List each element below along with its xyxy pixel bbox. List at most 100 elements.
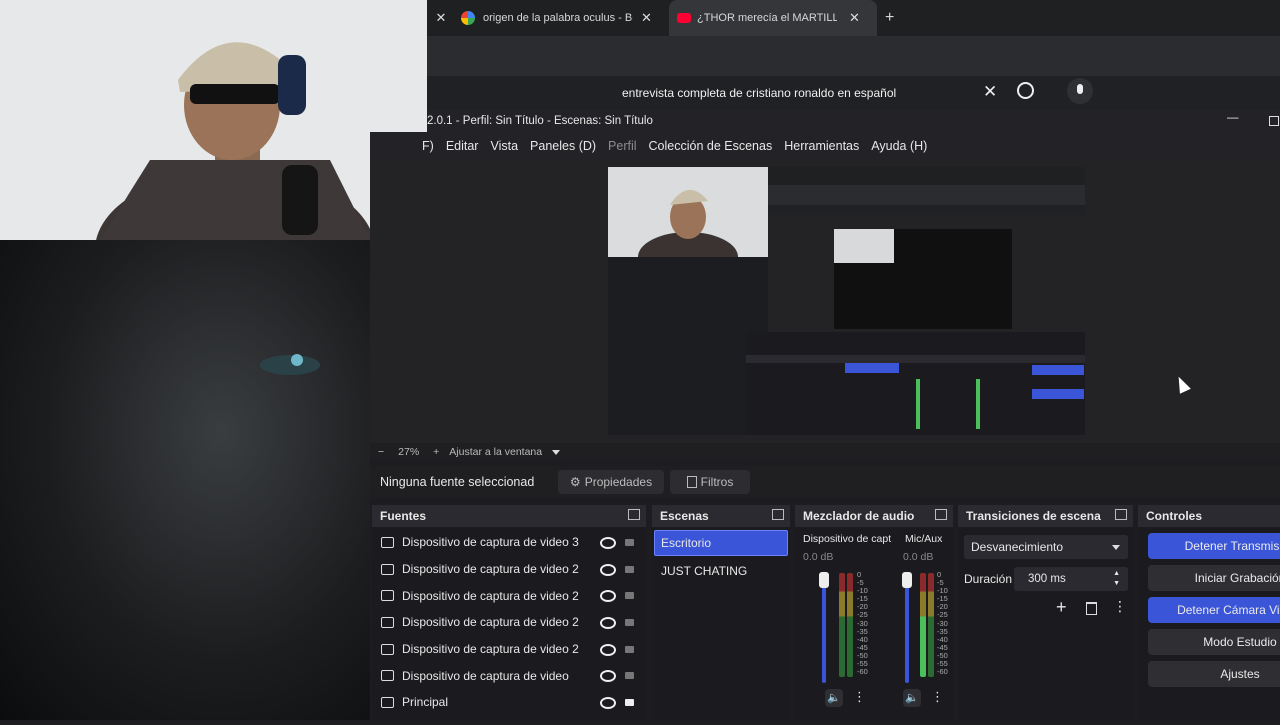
- browser-tab-google[interactable]: origen de la palabra oculus - Bu ✕: [461, 0, 661, 36]
- transitions-dock-header: Transiciones de escena: [958, 505, 1133, 527]
- menu-scene-collection[interactable]: Colección de Escenas: [649, 139, 773, 153]
- transitions-dock: Transiciones de escena Desvanecimiento D…: [958, 505, 1133, 720]
- zoom-bar: − 27% + Ajustar a la ventana: [370, 443, 1280, 461]
- menu-view[interactable]: Vista: [490, 139, 518, 153]
- close-icon[interactable]: ✕: [849, 10, 860, 26]
- zoom-in-button[interactable]: +: [433, 446, 439, 458]
- mixer-dock-header: Mezclador de audio: [795, 505, 953, 527]
- camera-icon: [381, 536, 394, 548]
- preview-canvas[interactable]: [608, 167, 1085, 435]
- source-item[interactable]: Dispositivo de captura de video 2: [372, 556, 646, 583]
- control-button[interactable]: Detener Transmisión: [1148, 533, 1280, 559]
- source-item[interactable]: Dispositivo de captura de video: [372, 662, 646, 689]
- source-item[interactable]: Dispositivo de captura de video 3: [372, 529, 646, 556]
- mixer-channel-2-db: 0.0 dB: [903, 551, 934, 563]
- browser-toolbar: [427, 36, 1280, 77]
- scene-item[interactable]: Escritorio: [654, 530, 788, 556]
- search-query-text: entrevista completa de cristiano ronaldo…: [622, 86, 897, 100]
- add-transition-button[interactable]: +: [1056, 597, 1067, 618]
- menu-tools[interactable]: Herramientas: [784, 139, 859, 153]
- search-icon[interactable]: [1017, 82, 1034, 99]
- chevron-down-icon[interactable]: [552, 449, 561, 455]
- audio-level-meter: [839, 573, 845, 677]
- eye-icon[interactable]: [600, 617, 616, 630]
- more-options-icon[interactable]: ⋮: [931, 689, 944, 705]
- undock-icon[interactable]: [628, 509, 640, 520]
- eye-icon[interactable]: [600, 563, 616, 576]
- scenes-dock: Escenas Escritorio JUST CHATING: [652, 505, 790, 720]
- transition-select[interactable]: Desvanecimiento: [964, 535, 1128, 559]
- search-input[interactable]: entrevista completa de cristiano ronaldo…: [622, 78, 1007, 108]
- control-button[interactable]: Modo Estudio: [1148, 629, 1280, 655]
- stepper-up-icon[interactable]: ▲: [1113, 570, 1120, 577]
- browser-tab-strip: ✕ origen de la palabra oculus - Bu ✕ ¿TH…: [427, 0, 1280, 36]
- trash-icon[interactable]: [1086, 602, 1097, 615]
- camera-icon: [381, 670, 394, 682]
- eye-icon[interactable]: [600, 643, 616, 656]
- undock-icon[interactable]: [935, 509, 947, 520]
- speaker-icon[interactable]: 🔈: [903, 689, 921, 707]
- volume-slider-handle[interactable]: [902, 572, 912, 588]
- new-tab-button[interactable]: +: [885, 0, 905, 36]
- lock-icon[interactable]: [625, 539, 634, 546]
- duration-input[interactable]: 300 ms ▲ ▼: [1014, 567, 1128, 591]
- eye-icon[interactable]: [600, 697, 616, 710]
- tab-close-button[interactable]: ✕: [427, 0, 455, 36]
- source-item[interactable]: Dispositivo de captura de video 2: [372, 582, 646, 609]
- menu-file[interactable]: F): [422, 139, 434, 153]
- fit-to-window-label[interactable]: Ajustar a la ventana: [449, 446, 542, 458]
- audio-level-meter: [847, 573, 853, 677]
- lock-icon[interactable]: [625, 645, 634, 653]
- microphone-icon[interactable]: [1067, 78, 1093, 104]
- minimize-button[interactable]: —: [1227, 112, 1239, 124]
- filter-icon: [686, 476, 697, 488]
- source-toolbar: Ninguna fuente seleccionad ⚙ Propiedades…: [370, 466, 1280, 498]
- source-item[interactable]: Dispositivo de captura de video 2: [372, 609, 646, 636]
- menu-edit[interactable]: Editar: [446, 139, 479, 153]
- stepper-down-icon[interactable]: ▼: [1113, 580, 1120, 587]
- source-item[interactable]: Dispositivo de captura de video 2: [372, 636, 646, 663]
- eye-icon[interactable]: [600, 537, 616, 549]
- volume-slider-track[interactable]: [905, 575, 909, 683]
- source-item[interactable]: Principal: [372, 689, 646, 716]
- lock-icon[interactable]: [625, 672, 634, 680]
- eye-icon[interactable]: [600, 590, 616, 603]
- youtube-icon: [677, 13, 691, 23]
- zoom-out-button[interactable]: −: [378, 446, 384, 458]
- menu-profile[interactable]: Perfil: [608, 139, 636, 153]
- volume-slider-track[interactable]: [822, 575, 826, 683]
- tab-title: ¿THOR merecía el MARTILLO...: [697, 12, 837, 24]
- volume-slider-handle[interactable]: [819, 572, 829, 588]
- db-scale: 0 -5 -10 -15 -20 -25 -30 -35 -40 -45 -50 -55 -60: [937, 570, 948, 676]
- lock-icon[interactable]: [625, 592, 634, 600]
- source-label: Dispositivo de captura de video 2: [402, 615, 579, 630]
- more-options-icon[interactable]: ⋮: [1113, 598, 1127, 615]
- control-button[interactable]: Detener Cámara Virtual: [1148, 597, 1280, 623]
- menu-help[interactable]: Ayuda (H): [871, 139, 927, 153]
- maximize-button[interactable]: [1269, 116, 1279, 126]
- control-button[interactable]: Ajustes: [1148, 661, 1280, 687]
- close-icon[interactable]: ✕: [641, 10, 652, 26]
- control-button[interactable]: Iniciar Grabación: [1148, 565, 1280, 591]
- lock-icon[interactable]: [625, 619, 634, 627]
- speaker-icon[interactable]: 🔈: [825, 689, 843, 707]
- undock-icon[interactable]: [1115, 509, 1127, 520]
- mixer-title: Mezclador de audio: [803, 509, 915, 523]
- scene-item[interactable]: JUST CHATING: [654, 559, 788, 583]
- lock-icon[interactable]: [625, 699, 634, 707]
- menu-docks[interactable]: Paneles (D): [530, 139, 596, 153]
- lock-icon[interactable]: [625, 565, 634, 573]
- control-button-label: Ajustes: [1220, 667, 1260, 681]
- properties-button[interactable]: ⚙ Propiedades: [558, 470, 664, 494]
- browser-tab-youtube[interactable]: ¿THOR merecía el MARTILLO... ✕: [669, 0, 877, 36]
- sources-dock: Fuentes Dispositivo de captura de video …: [372, 505, 646, 720]
- undock-icon[interactable]: [772, 509, 784, 520]
- clear-search-icon[interactable]: ✕: [983, 82, 997, 102]
- more-options-icon[interactable]: ⋮: [853, 689, 866, 705]
- filters-button[interactable]: Filtros: [670, 470, 750, 494]
- eye-icon[interactable]: [600, 670, 616, 683]
- db-scale: 0 -5 -10 -15 -20 -25 -30 -35 -40 -45 -50 -55 -60: [857, 570, 868, 676]
- duration-value: 300 ms: [1028, 573, 1066, 585]
- mixer-channel-2-name: Mic/Aux: [905, 533, 943, 545]
- scene-label: Escritorio: [661, 536, 712, 550]
